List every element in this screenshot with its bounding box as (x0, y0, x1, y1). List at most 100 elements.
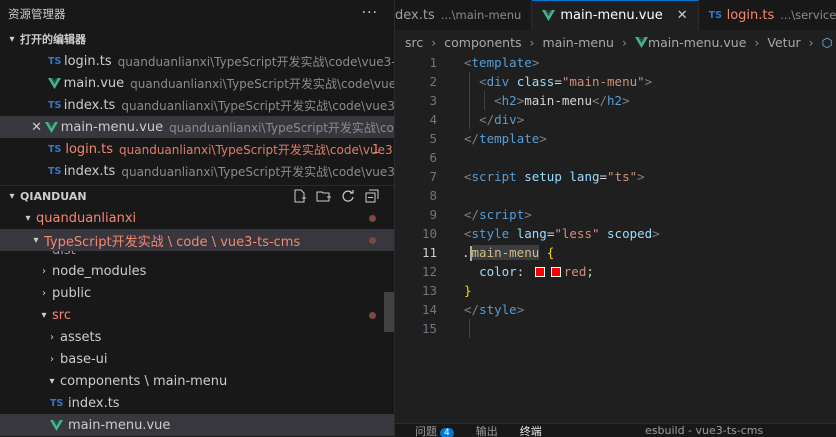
folder-dist[interactable]: dist (0, 251, 394, 260)
vue-file-icon (50, 419, 68, 431)
code-line: 1 <template> (395, 53, 836, 72)
folder-public[interactable]: › public (0, 282, 394, 304)
modified-dot (369, 237, 376, 244)
chevron-down-icon: ▾ (41, 309, 47, 321)
folder-name: assets (60, 329, 102, 345)
sidebar-scrollbar[interactable] (384, 292, 394, 332)
typescript-file-icon: TS (48, 55, 62, 67)
chevron-right-icon: › (42, 287, 46, 299)
open-editors-header[interactable]: ▾ 打开的编辑器 (0, 28, 394, 50)
open-editor-name: main.vue (63, 75, 125, 91)
close-icon[interactable]: ✕ (28, 120, 45, 135)
open-editor-item[interactable]: main.vue quanduanlianxi\TypeScript开发实战\c… (0, 72, 394, 94)
folder-name: components \ main-menu (60, 373, 228, 389)
line-number: 10 (421, 226, 437, 241)
color-swatch[interactable] (550, 267, 561, 277)
editor-area: dex.ts ...\main-menu main-menu.vue ✕ TS … (395, 0, 836, 437)
chevron-right-icon: › (42, 265, 46, 277)
code-line: 5 </template> (395, 129, 836, 148)
terminal-name[interactable]: esbuild - vue3-ts-cms (645, 424, 763, 437)
tab-index-ts[interactable]: dex.ts ...\main-menu (395, 0, 533, 30)
open-editor-name: index.ts (63, 97, 116, 113)
vue-file-icon (48, 77, 64, 89)
open-editor-name: login.ts (65, 141, 114, 157)
problems-count-badge: 4 (440, 427, 454, 437)
open-editor-path: quanduanlianxi\TypeScript开发实战\code\vue3-… (130, 76, 394, 91)
chevron-down-icon: ▾ (9, 33, 15, 45)
code-line: 10 <style lang="less" scoped> (395, 224, 836, 243)
open-editors-label: 打开的编辑器 (20, 33, 86, 46)
chevron-down-icon: ▾ (9, 191, 15, 202)
code-line: 6 (395, 148, 836, 167)
typescript-file-icon: TS (48, 99, 62, 111)
color-swatch[interactable] (534, 267, 545, 277)
breadcrumb-item[interactable]: main-menu.vue (648, 35, 746, 50)
tab-terminal[interactable]: 终端 (519, 424, 542, 437)
breadcrumb-item[interactable]: src (405, 35, 423, 50)
explorer-sidebar: 资源管理器 ··· ▾ 打开的编辑器 TS login.ts quanduanl… (0, 0, 395, 437)
folder-components[interactable]: ▾ components \ main-menu (0, 370, 394, 392)
code-line: 4 </div> (395, 110, 836, 129)
explorer-title-text: 资源管理器 (8, 7, 66, 21)
folder-quanduanlianxi[interactable]: ▾ quanduanlianxi (0, 207, 394, 229)
tab-label: login.ts (726, 7, 775, 23)
folder-assets[interactable]: › assets (0, 326, 394, 348)
tab-login-ts[interactable]: TS login.ts ...\service\... (699, 0, 836, 30)
file-main-menu-vue[interactable]: main-menu.vue (0, 414, 394, 436)
new-file-icon[interactable] (292, 189, 308, 205)
close-icon[interactable]: ✕ (677, 8, 688, 23)
tab-label: 终端 (519, 424, 542, 437)
code-line: 8 (395, 186, 836, 205)
tab-output[interactable]: 输出 (475, 424, 498, 437)
breadcrumb-item[interactable]: components (444, 35, 521, 50)
code-editor[interactable]: 1 <template> 2 <div class="main-menu"> 3 … (395, 53, 836, 338)
folder-node-modules[interactable]: › node_modules (0, 260, 394, 282)
open-editor-item-active[interactable]: ✕ main-menu.vue quanduanlianxi\TypeScrip… (0, 116, 394, 138)
code-line: 13} (395, 281, 836, 300)
open-editor-name: index.ts (63, 163, 116, 179)
panel-tabs: 问题 4 输出 终端 esbuild - vue3-ts-cms (395, 423, 836, 437)
folder-name: src (52, 307, 71, 323)
open-editor-item[interactable]: TS login.ts quanduanlianxi\TypeScript开发实… (0, 50, 394, 72)
breadcrumb-item[interactable]: Vetur (767, 35, 800, 50)
line-number: 8 (429, 188, 437, 203)
typescript-file-icon: TS (708, 9, 722, 21)
explorer-title: 资源管理器 ··· (0, 0, 394, 28)
line-number: 5 (429, 131, 437, 146)
chevron-down-icon: ▾ (49, 375, 55, 387)
folder-name: dist (52, 251, 76, 257)
open-editor-item[interactable]: TS index.ts quanduanlianxi\TypeScript开发实… (0, 94, 394, 116)
vue-file-icon (634, 36, 648, 48)
chevron-down-icon: ▾ (25, 212, 31, 224)
more-actions-icon[interactable]: ··· (362, 5, 378, 21)
breadcrumb-item[interactable]: main-menu (542, 35, 613, 50)
workspace-header[interactable]: ▾ QIANDUAN (0, 185, 394, 207)
tab-label: 输出 (475, 424, 498, 437)
chevron-right-icon: › (754, 34, 760, 50)
folder-name: node_modules (52, 263, 147, 279)
new-folder-icon[interactable] (316, 189, 332, 205)
tab-label: main-menu.vue (560, 8, 663, 23)
modified-dot (369, 312, 376, 319)
file-index-ts[interactable]: TS index.ts (0, 392, 394, 414)
line-number: 13 (421, 283, 437, 298)
folder-src[interactable]: ▾ src (0, 304, 394, 326)
tab-label: 问题 (415, 424, 437, 437)
tab-problems[interactable]: 问题 4 (415, 424, 454, 437)
line-number: 14 (421, 302, 437, 317)
file-name: main-menu.vue (68, 417, 171, 433)
line-number: 1 (429, 55, 437, 70)
folder-base-ui[interactable]: › base-ui (0, 348, 394, 370)
tab-main-menu-vue[interactable]: main-menu.vue ✕ (532, 0, 699, 30)
explorer-actions (292, 189, 380, 205)
folder-vue3-ts-cms[interactable]: ▾ TypeScript开发实战 \ code \ vue3-ts-cms (0, 229, 394, 251)
chevron-right-icon: › (529, 34, 535, 50)
editor-tabs: dex.ts ...\main-menu main-menu.vue ✕ TS … (395, 0, 836, 30)
line-number: 2 (429, 74, 437, 89)
folder-name: public (52, 285, 92, 301)
open-editor-item[interactable]: TS login.ts quanduanlianxi\TypeScript开发实… (0, 138, 394, 160)
refresh-icon[interactable] (340, 189, 356, 205)
collapse-all-icon[interactable] (364, 189, 380, 205)
folder-name: quanduanlianxi (36, 210, 137, 226)
open-editor-item[interactable]: TS index.ts quanduanlianxi\TypeScript开发实… (0, 160, 394, 182)
